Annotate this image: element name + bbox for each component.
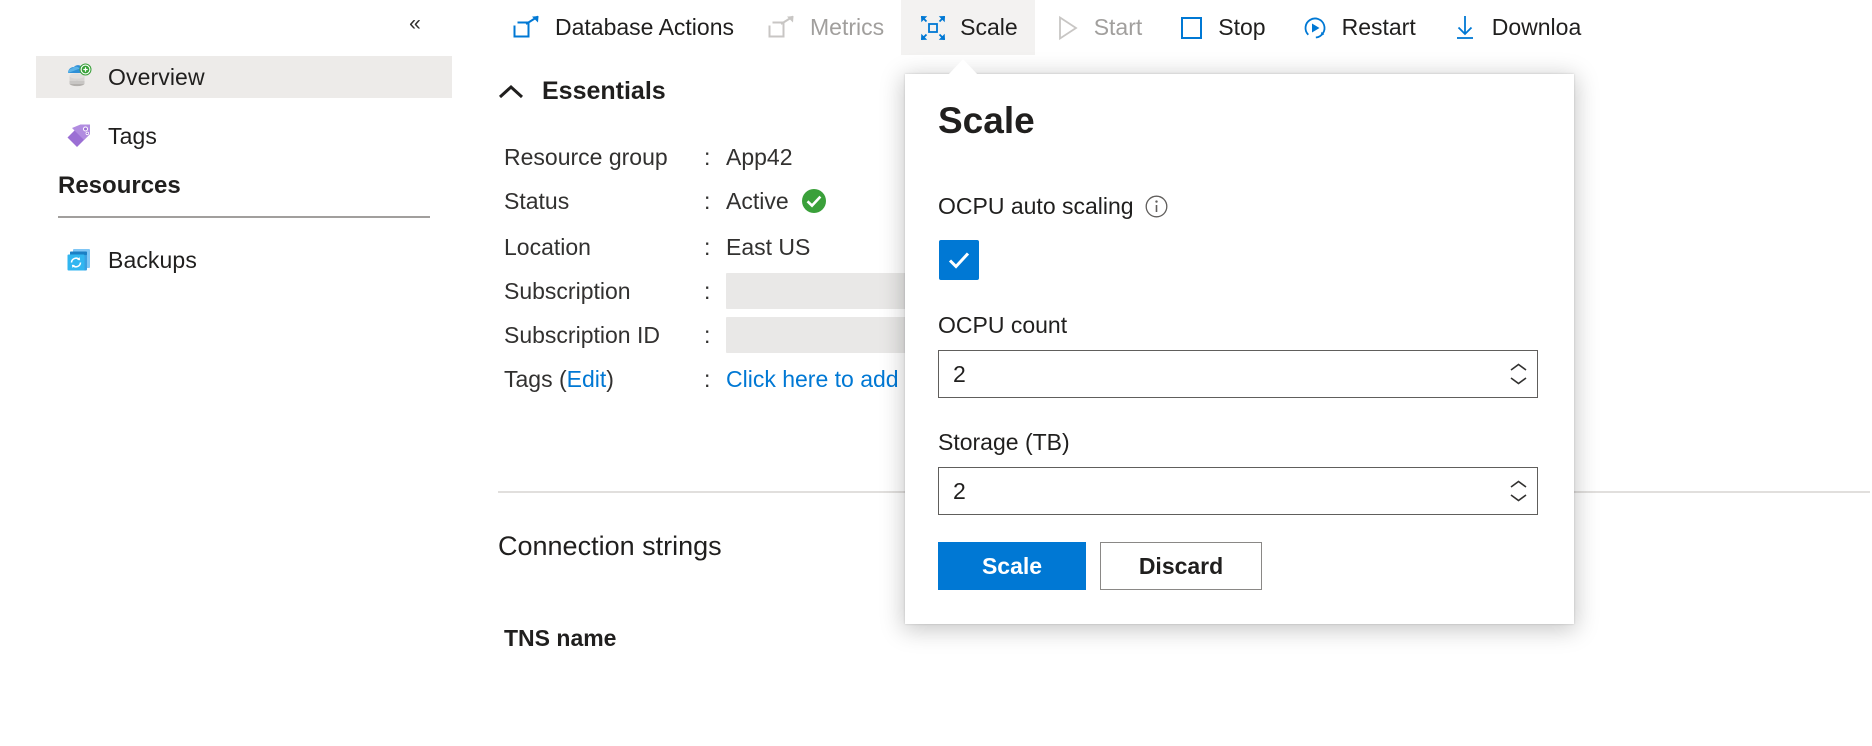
chevron-down-icon[interactable] [1509, 375, 1528, 386]
essentials-colon: : [704, 143, 711, 170]
tags-edit-link[interactable]: Edit [567, 366, 607, 392]
essentials-colon: : [704, 321, 711, 348]
command-label: Downloa [1491, 14, 1582, 40]
command-stop[interactable]: Stop [1159, 0, 1282, 55]
scale-flyout-panel: Scale OCPU auto scaling OCPU count 2 Sto… [905, 59, 1574, 624]
sidebar-item-overview[interactable]: Overview [36, 56, 452, 98]
essentials-title: Essentials [542, 77, 666, 105]
sidebar-item-backups[interactable]: Backups [36, 239, 452, 281]
essentials-value-resource-group: App42 [726, 143, 793, 170]
stop-square-icon [1176, 13, 1206, 43]
download-icon [1450, 13, 1480, 43]
command-database-actions[interactable]: Database Actions [496, 0, 751, 55]
connection-strings-heading: Connection strings [498, 531, 722, 561]
autoscale-label: OCPU auto scaling [938, 193, 1134, 219]
command-label: Scale [960, 14, 1018, 40]
info-icon[interactable] [1145, 195, 1168, 218]
ocpu-auto-scaling-checkbox[interactable] [939, 240, 979, 280]
checkmark-icon [948, 252, 970, 269]
command-scale[interactable]: Scale [901, 0, 1035, 55]
status-badge: Active [726, 187, 789, 214]
scale-submit-button[interactable]: Scale [938, 542, 1086, 590]
essentials-value-location: East US [726, 233, 811, 260]
essentials-key: Location [504, 233, 591, 260]
add-tags-link[interactable]: Click here to add [726, 366, 899, 393]
ocpu-count-input[interactable] [939, 351, 1499, 397]
sidebar-item-label: Backups [108, 246, 197, 273]
ocpu-count-spin-buttons[interactable] [1499, 351, 1537, 397]
essentials-toggle[interactable]: Essentials [498, 77, 666, 106]
scale-expand-icon [918, 13, 948, 43]
sidebar-item-label: Tags [108, 122, 157, 149]
essentials-row-resource-group: Resource group : App42 [504, 135, 793, 179]
command-bar: Database Actions Metrics Scale Start Sto… [480, 0, 1872, 55]
essentials-key: Status [504, 187, 570, 214]
chevron-up-icon[interactable] [1509, 479, 1528, 490]
command-start[interactable]: Start [1035, 0, 1160, 55]
tag-icon [64, 121, 94, 151]
tns-name-label: TNS name [504, 625, 617, 651]
command-download[interactable]: Downloa [1433, 0, 1599, 55]
tags-label: Tags ( [504, 365, 567, 392]
discard-button[interactable]: Discard [1100, 542, 1262, 590]
storage-tb-spin-buttons[interactable] [1499, 468, 1537, 514]
sidebar-item-label: Overview [108, 63, 205, 90]
essentials-key-tags: Tags (Edit) [504, 366, 704, 393]
essentials-row-location: Location : East US [504, 225, 810, 269]
essentials-colon: : [704, 187, 711, 214]
storage-tb-label: Storage (TB) [938, 429, 1070, 455]
command-metrics[interactable]: Metrics [751, 0, 901, 55]
chevron-up-icon[interactable] [1509, 362, 1528, 373]
tags-label-close: ) [606, 365, 614, 392]
restart-icon [1300, 13, 1330, 43]
essentials-value-status: Active [726, 188, 827, 215]
open-in-new-icon [768, 13, 798, 43]
autoscale-label-row: OCPU auto scaling [938, 193, 1168, 220]
storage-tb-stepper[interactable] [938, 467, 1538, 515]
chevron-up-icon [498, 83, 524, 101]
essentials-row-status: Status : Active [504, 179, 827, 223]
command-restart[interactable]: Restart [1283, 0, 1433, 55]
database-overview-icon [64, 62, 94, 92]
command-label: Stop [1218, 14, 1266, 40]
left-navigation-pane: « Overview Tags Resources Backups [0, 0, 480, 746]
command-label: Metrics [810, 14, 885, 40]
essentials-colon: : [704, 365, 711, 392]
essentials-key: Subscription [504, 277, 631, 304]
storage-tb-input[interactable] [939, 468, 1499, 514]
command-label: Start [1093, 14, 1143, 40]
open-in-new-icon [513, 13, 543, 43]
sidebar-divider [58, 216, 430, 218]
scale-panel-title: Scale [938, 100, 1035, 141]
sidebar-section-title: Resources [58, 172, 181, 199]
essentials-row-tags: Tags (Edit) : Click here to add [504, 357, 899, 401]
ocpu-count-stepper[interactable] [938, 350, 1538, 398]
chevron-down-icon[interactable] [1509, 492, 1528, 503]
essentials-key: Subscription ID [504, 321, 660, 348]
essentials-key: Resource group [504, 143, 668, 170]
essentials-colon: : [704, 277, 711, 304]
play-icon [1052, 13, 1082, 43]
essentials-colon: : [704, 233, 711, 260]
ocpu-count-label: OCPU count [938, 312, 1068, 338]
command-label: Restart [1341, 14, 1416, 40]
command-label: Database Actions [555, 14, 735, 40]
green-check-icon [801, 188, 827, 214]
backups-icon [64, 245, 94, 275]
collapse-nav-button[interactable]: « [398, 6, 432, 40]
sidebar-item-tags[interactable]: Tags [36, 115, 452, 157]
